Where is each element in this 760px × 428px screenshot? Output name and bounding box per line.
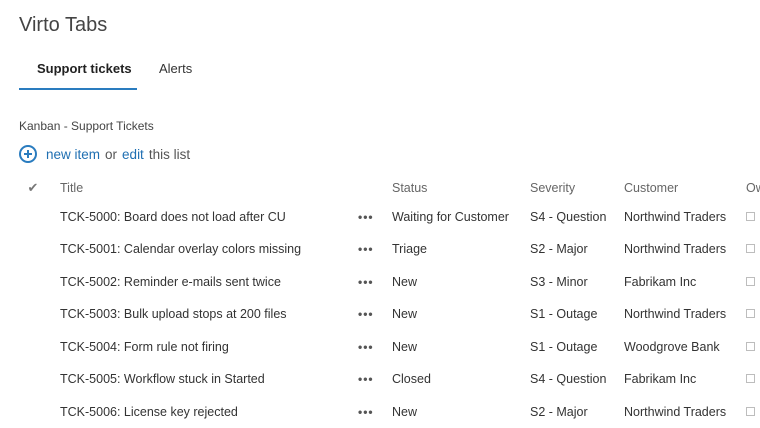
row-title[interactable]: TCK-5002: Reminder e-mails sent twice [60, 266, 358, 298]
row-owner-checkbox[interactable] [746, 407, 755, 416]
table-row[interactable]: TCK-5001: Calendar overlay colors missin… [0, 233, 760, 265]
row-status: Waiting for Customer [392, 210, 509, 224]
row-title[interactable]: TCK-5000: Board does not load after CU [60, 201, 358, 233]
row-owner-checkbox[interactable] [746, 342, 755, 351]
column-header-status[interactable]: Status [392, 172, 526, 204]
select-all-check-icon[interactable]: ✔ [25, 172, 41, 204]
row-title[interactable]: TCK-5003: Bulk upload stops at 200 files [60, 298, 358, 330]
row-severity: S1 - Outage [530, 340, 598, 354]
add-circle-icon[interactable] [19, 145, 37, 163]
table-row[interactable]: TCK-5005: Workflow stuck in Started ••• … [0, 363, 760, 395]
row-owner-checkbox[interactable] [746, 309, 755, 318]
row-status: New [392, 340, 418, 354]
row-status: Triage [392, 242, 427, 256]
row-owner-checkbox[interactable] [746, 212, 755, 221]
row-owner-checkbox[interactable] [746, 374, 755, 383]
new-item-link[interactable]: new item [46, 147, 100, 162]
row-status: New [392, 275, 418, 289]
row-severity: S3 - Minor [530, 275, 588, 289]
row-menu-icon[interactable]: ••• [358, 201, 380, 233]
app-title: Virto Tabs [19, 14, 108, 36]
list-title: Kanban - Support Tickets [19, 119, 154, 133]
column-header-severity[interactable]: Severity [530, 172, 620, 204]
or-text: or [105, 146, 118, 162]
row-severity: S4 - Question [530, 372, 607, 386]
tab-alerts[interactable]: Alerts [159, 52, 219, 90]
row-status: New [392, 307, 418, 321]
row-menu-icon[interactable]: ••• [358, 233, 380, 265]
column-header-owner[interactable]: Ow [746, 172, 760, 204]
column-header-customer[interactable]: Customer [624, 172, 736, 204]
row-title[interactable]: TCK-5006: License key rejected [60, 396, 358, 428]
row-owner-checkbox[interactable] [746, 277, 755, 286]
table-row[interactable]: TCK-5006: License key rejected ••• New S… [0, 396, 760, 420]
row-menu-icon[interactable]: ••• [358, 298, 380, 330]
row-customer: Northwind Traders [624, 307, 727, 321]
row-status: New [392, 405, 418, 419]
row-severity: S1 - Outage [530, 307, 598, 321]
row-title[interactable]: TCK-5001: Calendar overlay colors missin… [60, 233, 358, 265]
row-customer: Fabrikam Inc [624, 372, 697, 386]
table-row[interactable]: TCK-5002: Reminder e-mails sent twice ••… [0, 266, 760, 298]
table-row[interactable]: TCK-5000: Board does not load after CU •… [0, 201, 760, 233]
row-severity: S4 - Question [530, 210, 607, 224]
table-row[interactable]: TCK-5004: Form rule not firing ••• New S… [0, 331, 760, 363]
list-header-row: ✔ Title Status Severity Customer Ow [0, 172, 760, 204]
row-owner-checkbox[interactable] [746, 244, 755, 253]
row-customer: Northwind Traders [624, 405, 727, 419]
row-customer: Fabrikam Inc [624, 275, 697, 289]
row-title[interactable]: TCK-5005: Workflow stuck in Started [60, 363, 358, 395]
column-header-title[interactable]: Title [60, 172, 358, 204]
row-menu-icon[interactable]: ••• [358, 396, 380, 428]
row-severity: S2 - Major [530, 405, 588, 419]
row-menu-icon[interactable]: ••• [358, 331, 380, 363]
row-title[interactable]: TCK-5004: Form rule not firing [60, 331, 358, 363]
new-item-row: new item or edit this list [19, 143, 190, 165]
row-customer: Northwind Traders [624, 210, 727, 224]
table-row[interactable]: TCK-5003: Bulk upload stops at 200 files… [0, 298, 760, 330]
row-severity: S2 - Major [530, 242, 588, 256]
row-status: Closed [392, 372, 431, 386]
row-menu-icon[interactable]: ••• [358, 363, 380, 395]
row-customer: Northwind Traders [624, 242, 727, 256]
row-customer: Woodgrove Bank [624, 340, 720, 354]
tab-support-tickets[interactable]: Support tickets [19, 52, 137, 90]
edit-list-link[interactable]: edit [122, 147, 144, 162]
row-menu-icon[interactable]: ••• [358, 266, 380, 298]
this-list-text: this list [148, 146, 191, 162]
